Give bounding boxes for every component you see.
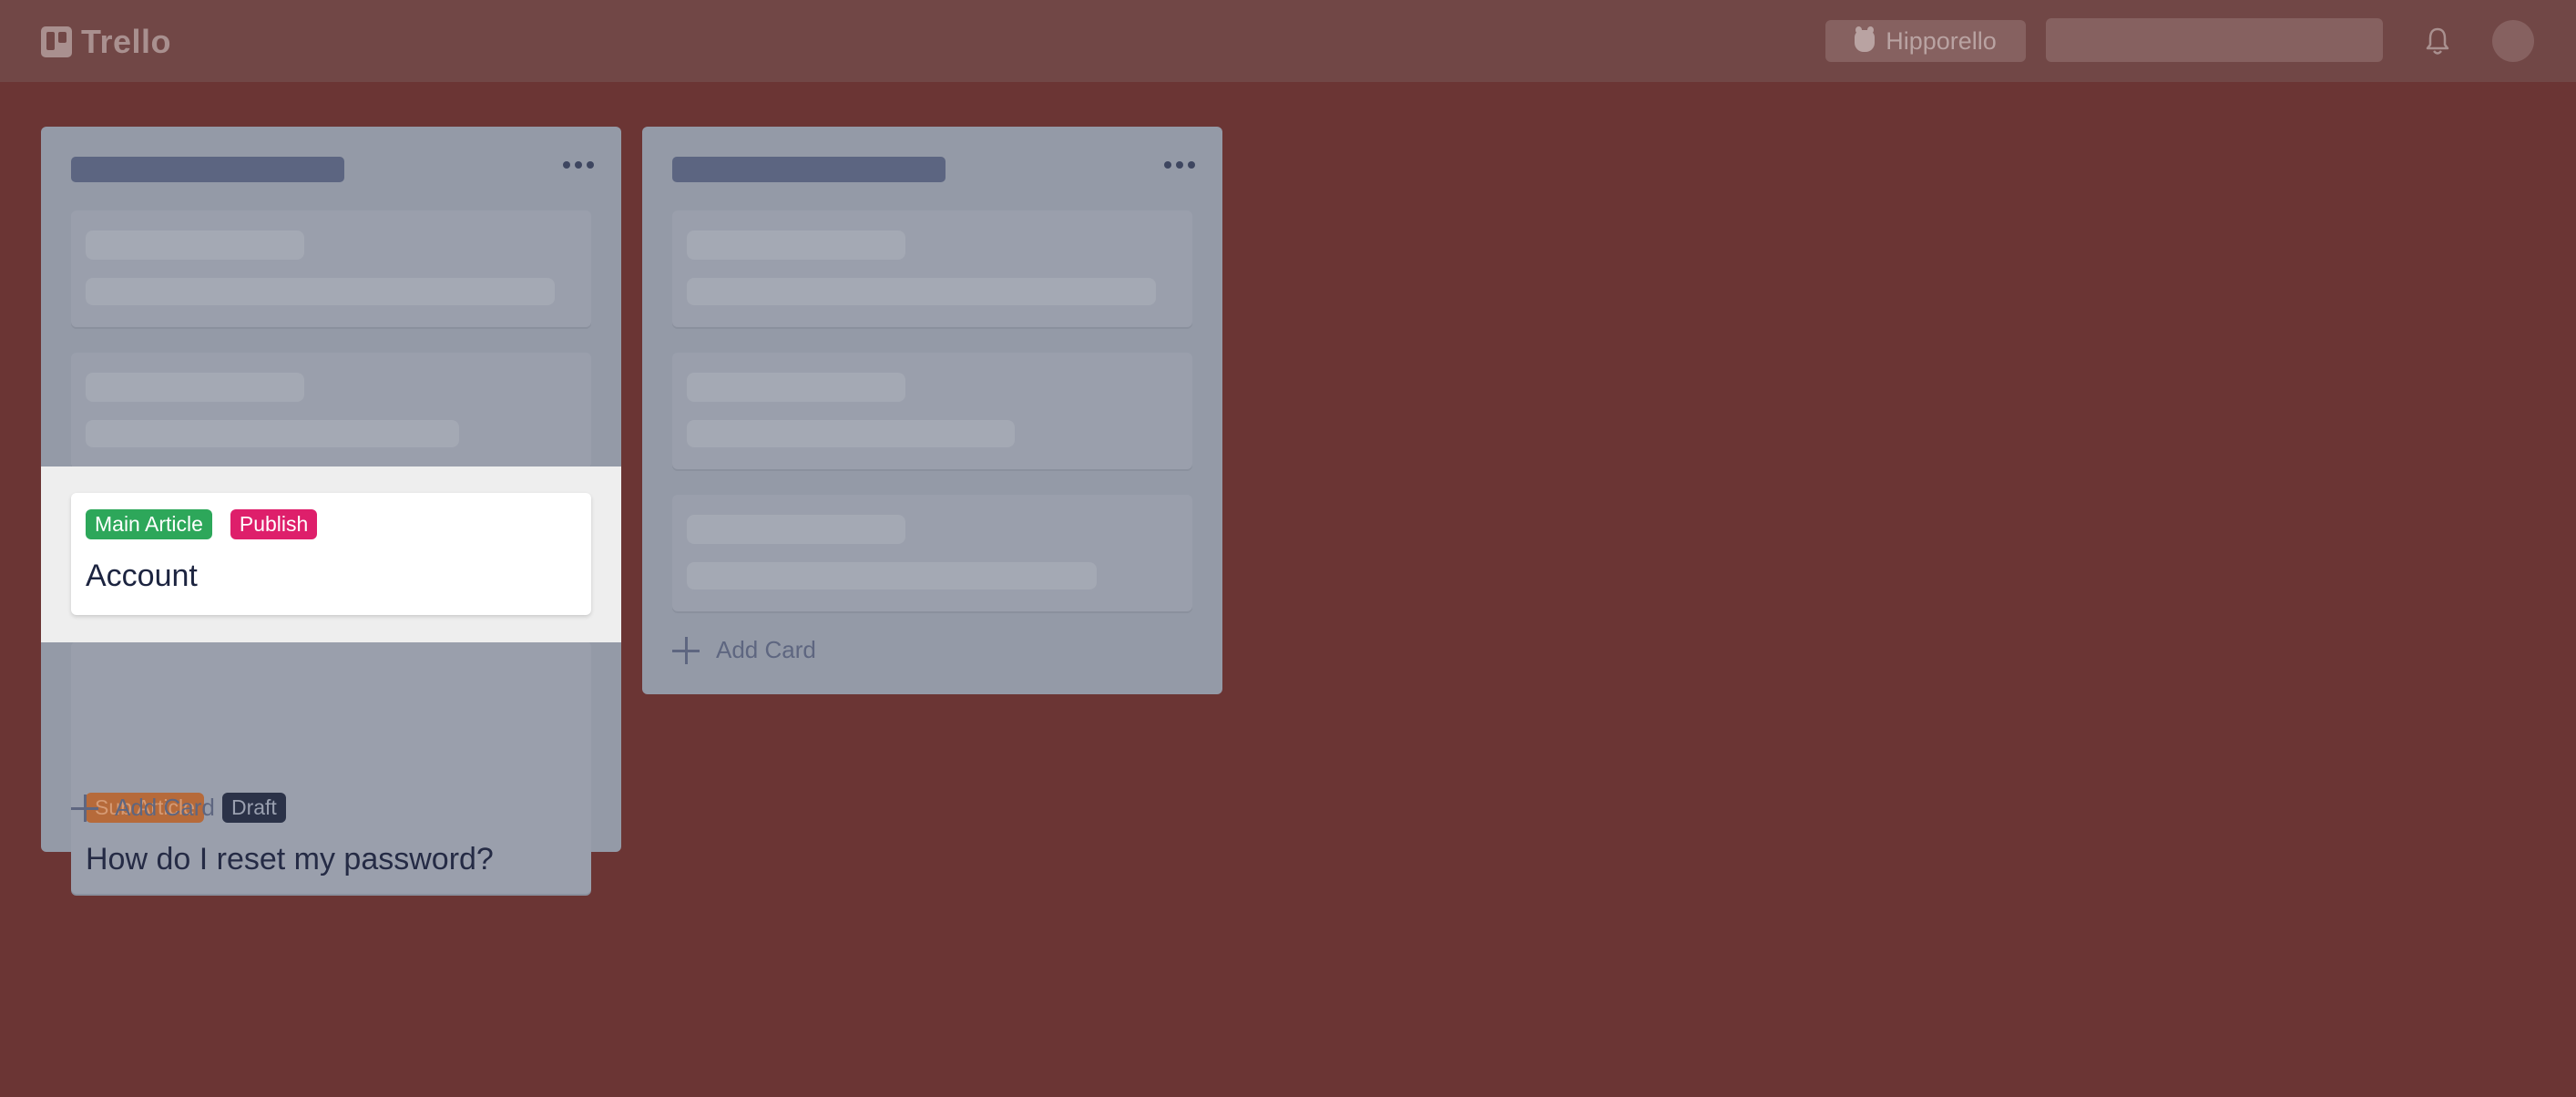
label-main-article: Main Article: [86, 509, 212, 539]
skeleton-card: [71, 210, 591, 327]
add-card-button[interactable]: Add Card: [71, 794, 215, 822]
hippo-icon: [1855, 26, 1876, 52]
list-title-placeholder: [672, 157, 946, 182]
add-card-button[interactable]: Add Card: [672, 636, 816, 664]
skeleton-card: [672, 353, 1192, 469]
workspace-button[interactable]: Hipporello: [1825, 20, 2026, 62]
trello-logo-icon: [41, 26, 72, 57]
skeleton-card: [71, 353, 591, 469]
highlighted-card-region: Main Article Publish Account: [41, 466, 621, 642]
bell-icon[interactable]: [2423, 26, 2452, 56]
skeleton-card: [672, 495, 1192, 611]
trello-logo[interactable]: Trello: [41, 23, 172, 60]
search-input[interactable]: [2046, 18, 2383, 62]
card[interactable]: Sub Article Draft How do I reset my pass…: [71, 641, 591, 894]
app-name: Trello: [81, 23, 172, 60]
user-avatar[interactable]: [2492, 20, 2534, 62]
add-card-label: Add Card: [716, 636, 816, 663]
label-publish: Publish: [230, 509, 318, 539]
card-title: How do I reset my password?: [86, 842, 494, 877]
list-menu-icon[interactable]: [563, 161, 594, 169]
card-title: Account: [86, 559, 198, 593]
label-draft: Draft: [221, 793, 286, 823]
skeleton-card: [672, 210, 1192, 327]
list-title-placeholder: [71, 157, 344, 182]
list-menu-icon[interactable]: [1164, 161, 1195, 169]
plus-icon: [672, 636, 700, 664]
top-navigation-bar: Trello Hipporello: [0, 0, 2576, 82]
card-account[interactable]: Main Article Publish Account: [71, 493, 591, 615]
list-column: Add Card: [642, 127, 1222, 694]
plus-icon: [71, 794, 98, 822]
workspace-label: Hipporello: [1886, 26, 1997, 55]
add-card-label: Add Card: [115, 794, 215, 821]
